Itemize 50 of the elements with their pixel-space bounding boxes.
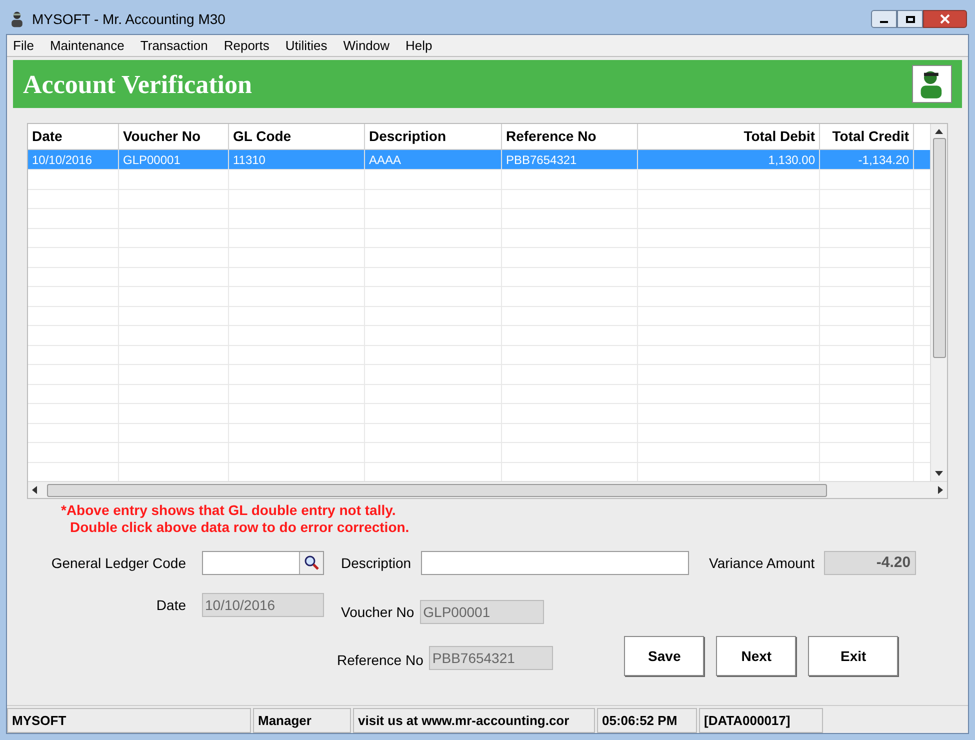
date-field: 10/10/2016 [202,593,324,617]
description-field[interactable] [421,551,690,575]
field-label: General Ledger Code [50,554,187,573]
menu-item[interactable]: Help [406,36,432,56]
menu-item[interactable]: Transaction [140,36,208,56]
table-cell: PBB7654321 [502,150,638,169]
field-label: Variance Amount [709,554,815,572]
scroll-left-icon[interactable] [32,486,37,494]
action-button[interactable]: Exit [808,636,898,676]
close-button[interactable] [923,10,967,28]
window-title: MYSOFT - Mr. Accounting M30 [32,10,226,29]
minimize-button[interactable] [871,10,897,28]
status-panel: visit us at www.mr-accounting.cor [353,708,595,733]
table-cell: 1,130.00 [638,150,820,169]
warning-text: *Above entry shows that GL double entry not tally. [61,502,397,519]
status-panel: MYSOFT [7,708,251,733]
table-cell: 11310 [229,150,365,169]
search-icon [304,555,320,571]
table-cell: AAAA [365,150,502,169]
warning-text: Double click above data row to do error correction. [69,519,410,536]
page-title: Account Verification [23,68,252,100]
scroll-up-icon[interactable] [935,129,943,134]
menu-item[interactable]: Maintenance [50,36,124,56]
action-button[interactable]: Save [624,636,704,676]
table-cell: -1,134.20 [820,150,914,169]
scroll-down-icon[interactable] [935,471,943,476]
status-panel: [DATA000017] [699,708,823,733]
menu-item[interactable]: Window [343,36,390,56]
status-panel: 05:06:52 PM [597,708,697,733]
gl-code-field[interactable] [202,551,324,575]
menu-item[interactable]: Utilities [285,36,328,56]
action-button[interactable]: Next [716,636,796,676]
horizontal-scrollbar[interactable] [28,481,947,498]
table-cell: 10/10/2016 [28,150,119,169]
field-label: Description [341,554,412,573]
menu-item[interactable]: File [13,36,34,56]
table-cell: GLP00001 [119,150,229,169]
variance-field: -4.20 [824,551,916,575]
field-label: Voucher No [341,602,414,622]
field-label: Date [155,596,187,614]
vertical-scrollbar[interactable] [930,124,947,481]
scroll-right-icon[interactable] [938,486,943,494]
maximize-button[interactable] [897,10,923,28]
menu-item[interactable]: Reports [224,36,270,56]
voucher-field: GLP00001 [420,600,544,624]
close-icon [940,14,950,24]
field-label: Reference No [337,651,424,670]
reference-field: PBB7654321 [429,646,554,670]
search-button[interactable] [299,552,323,574]
status-panel: Manager [253,708,351,733]
